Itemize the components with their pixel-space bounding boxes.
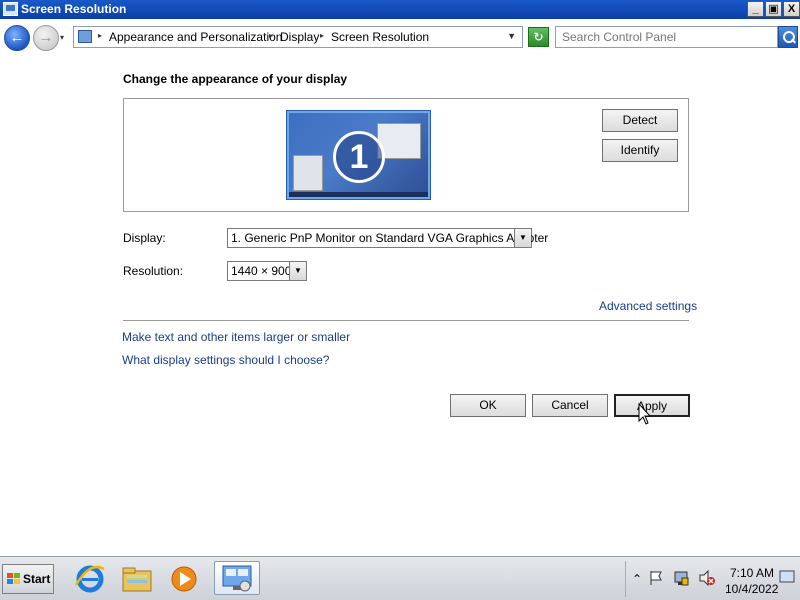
detect-button[interactable]: Detect [602, 109, 678, 132]
window-title: Screen Resolution [21, 2, 127, 16]
search-icon[interactable] [778, 26, 798, 48]
navigation-bar: ← → ▾ ▸ Appearance and Personalization ▸… [0, 19, 800, 55]
breadcrumb-separator[interactable]: ▸ [98, 31, 102, 40]
start-button[interactable]: Start [2, 564, 54, 594]
volume-muted-icon[interactable] [698, 569, 716, 589]
monitor-1-thumbnail[interactable]: 1 [287, 111, 430, 199]
address-bar[interactable]: ▸ Appearance and Personalization ▸ Displ… [73, 26, 523, 48]
window-titlebar: Screen Resolution _ ▣ X [0, 0, 800, 19]
action-center-flag-icon[interactable] [648, 570, 664, 589]
close-button[interactable]: X [783, 1, 800, 17]
monitor-arrangement-panel: 1 Detect Identify [123, 98, 689, 212]
screen-resolution-taskbar-icon[interactable] [214, 561, 260, 595]
display-label: Display: [123, 231, 166, 245]
page-heading: Change the appearance of your display [123, 72, 348, 86]
resolution-select-value: 1440 × 900 [231, 264, 292, 278]
breadcrumb-screen-resolution[interactable]: Screen Resolution [331, 30, 429, 44]
monitor-preview-window [293, 155, 323, 191]
breadcrumb-separator[interactable]: ▸ [320, 31, 324, 40]
internet-explorer-icon[interactable] [72, 563, 108, 595]
recent-pages-dropdown[interactable]: ▾ [60, 33, 64, 42]
media-player-icon[interactable] [166, 563, 202, 595]
screen-resolution-icon [3, 2, 18, 16]
address-dropdown-icon[interactable]: ▼ [507, 31, 516, 41]
minimize-button[interactable]: _ [747, 1, 764, 17]
back-button[interactable]: ← [4, 25, 30, 51]
show-hidden-icons-button[interactable]: ⌃ [632, 572, 642, 586]
chevron-down-icon[interactable]: ▼ [289, 262, 306, 280]
monitor-number-badge: 1 [333, 131, 385, 183]
mouse-cursor-icon [638, 403, 652, 425]
windows-explorer-icon[interactable] [119, 563, 155, 595]
start-label: Start [23, 572, 51, 586]
resolution-label: Resolution: [123, 264, 184, 278]
display-select[interactable]: 1. Generic PnP Monitor on Standard VGA G… [227, 228, 548, 248]
advanced-settings-link[interactable]: Advanced settings [599, 299, 697, 313]
refresh-button[interactable]: ↻ [528, 27, 549, 47]
breadcrumb-separator[interactable]: ▸ [269, 31, 273, 40]
clock-date[interactable]: 10/4/2022 [725, 582, 778, 596]
taskbar: Start ⌃ [0, 556, 800, 600]
display-help-link[interactable]: What display settings should I choose? [122, 353, 329, 367]
ok-button[interactable]: OK [450, 394, 526, 417]
breadcrumb-appearance[interactable]: Appearance and Personalization [109, 30, 282, 44]
identify-button[interactable]: Identify [602, 139, 678, 162]
restore-button[interactable]: ▣ [765, 1, 782, 17]
control-panel-icon [78, 30, 92, 43]
monitor-preview-taskbar [289, 192, 428, 197]
display-select-value: 1. Generic PnP Monitor on Standard VGA G… [231, 231, 549, 245]
resolution-select[interactable]: 1440 × 900 ▼ [227, 261, 307, 281]
text-size-link[interactable]: Make text and other items larger or smal… [122, 330, 350, 344]
network-icon[interactable] [673, 570, 689, 589]
section-divider [123, 320, 689, 321]
windows-logo-icon [7, 573, 21, 586]
show-desktop-icon[interactable] [779, 570, 795, 587]
breadcrumb-display[interactable]: Display [280, 30, 319, 44]
clock-time[interactable]: 7:10 AM [730, 566, 774, 580]
search-input[interactable] [555, 26, 778, 48]
chevron-down-icon[interactable]: ▼ [514, 229, 531, 247]
forward-button[interactable]: → [33, 25, 59, 51]
cancel-button[interactable]: Cancel [532, 394, 608, 417]
